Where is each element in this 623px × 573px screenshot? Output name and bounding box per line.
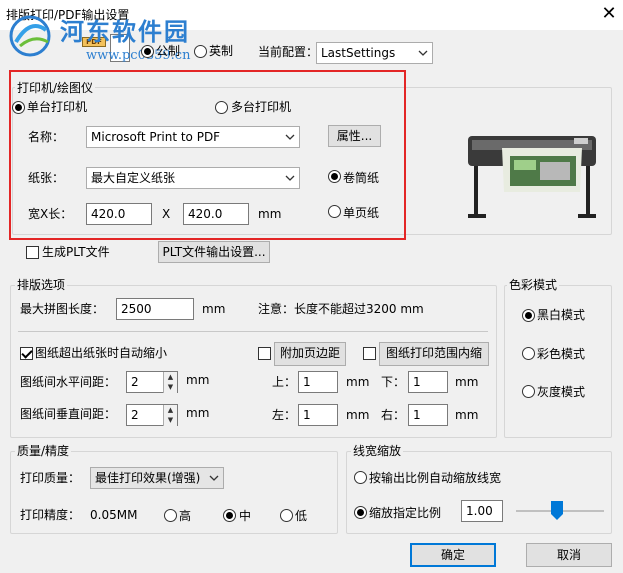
- generate-plt-label: 生成PLT文件: [42, 245, 110, 259]
- plt-settings-button[interactable]: PLT文件输出设置...: [158, 241, 270, 263]
- metric-radio[interactable]: [141, 45, 154, 58]
- precision-label: 打印精度：: [20, 508, 81, 522]
- imperial-radio[interactable]: [194, 45, 207, 58]
- autoscale-checkbox[interactable]: [20, 347, 33, 360]
- margin-top-unit: mm: [346, 375, 370, 389]
- gray-mode-label: 灰度模式: [537, 385, 586, 399]
- color-mode-label: 彩色模式: [537, 347, 586, 361]
- chevron-down-icon: [418, 50, 428, 56]
- v-gap-stepper[interactable]: 2 ▲ ▼: [126, 404, 178, 426]
- precision-high-radio[interactable]: [164, 509, 177, 522]
- close-icon[interactable]: ✕: [598, 2, 620, 26]
- bw-mode-radio[interactable]: [522, 309, 535, 322]
- max-length-unit: mm: [202, 302, 226, 316]
- layout-group-title: 排版选项: [15, 278, 68, 292]
- generate-plt-checkbox[interactable]: [26, 246, 39, 259]
- linewidth-group-title: 线宽缩放: [351, 444, 404, 458]
- auto-linewidth-radio[interactable]: [354, 471, 367, 484]
- max-length-label: 最大拼图长度：: [20, 302, 105, 316]
- max-length-note: 注意：长度不能超过3200 mm: [258, 302, 424, 316]
- spin-down-icon[interactable]: ▼: [163, 382, 177, 393]
- v-gap-unit: mm: [186, 406, 210, 420]
- margin-right-input[interactable]: 1: [408, 404, 448, 426]
- color-mode-radio[interactable]: [522, 347, 535, 360]
- margin-top-input[interactable]: 1: [298, 371, 338, 393]
- specified-linewidth-label: 缩放指定比例: [369, 506, 442, 520]
- margin-checkbox[interactable]: [258, 347, 271, 360]
- precision-mid-label: 中: [239, 509, 252, 523]
- h-gap-stepper[interactable]: 2 ▲ ▼: [126, 371, 178, 393]
- printer-highlight-box: [9, 70, 406, 240]
- precision-high-label: 高: [179, 509, 192, 523]
- margin-bottom-input[interactable]: 1: [408, 371, 448, 393]
- margin-left-input[interactable]: 1: [298, 404, 338, 426]
- v-gap-value: 2: [131, 408, 139, 422]
- margin-right-label: 右：: [381, 408, 406, 422]
- margin-left-unit: mm: [346, 408, 370, 422]
- margin-left-label: 左：: [272, 408, 297, 422]
- v-gap-label: 图纸间垂直间距：: [20, 407, 117, 421]
- gray-mode-radio[interactable]: [522, 385, 535, 398]
- h-gap-label: 图纸间水平间距：: [20, 375, 117, 389]
- linewidth-slider-thumb[interactable]: [551, 501, 563, 520]
- precision-low-radio[interactable]: [280, 509, 293, 522]
- margin-top-label: 上：: [272, 375, 297, 389]
- margin-right-unit: mm: [455, 408, 479, 422]
- margin-button[interactable]: 附加页边距: [274, 342, 346, 366]
- in-range-button[interactable]: 图纸打印范围内缩: [379, 342, 489, 366]
- watermark-logo-icon: [9, 15, 51, 57]
- precision-value: 0.05MM: [90, 508, 138, 522]
- auto-linewidth-label: 按输出比例自动缩放线宽: [369, 471, 502, 485]
- margin-bottom-unit: mm: [455, 375, 479, 389]
- precision-mid-radio[interactable]: [223, 509, 236, 522]
- layout-separator: [18, 331, 488, 332]
- autoscale-label: 图纸超出纸张时自动缩小: [35, 346, 168, 360]
- max-length-input[interactable]: 2500: [116, 298, 194, 320]
- print-quality-label: 打印质量：: [20, 471, 81, 485]
- linewidth-ratio-input[interactable]: 1.00: [461, 500, 503, 522]
- bw-mode-label: 黑白模式: [537, 308, 586, 322]
- specified-linewidth-radio[interactable]: [354, 506, 367, 519]
- h-gap-unit: mm: [186, 373, 210, 387]
- ok-button[interactable]: 确定: [410, 543, 496, 567]
- cancel-button[interactable]: 取消: [526, 543, 612, 567]
- print-quality-select[interactable]: 最佳打印效果(增强): [90, 467, 224, 489]
- watermark-text: 河东软件园: [60, 18, 190, 46]
- margin-bottom-label: 下：: [381, 375, 406, 389]
- spin-down-icon[interactable]: ▼: [163, 415, 177, 426]
- in-range-checkbox[interactable]: [363, 347, 376, 360]
- imperial-label: 英制: [209, 44, 234, 58]
- current-config-select[interactable]: LastSettings: [316, 42, 433, 64]
- h-gap-value: 2: [131, 375, 139, 389]
- metric-label: 公制: [156, 44, 181, 58]
- precision-low-label: 低: [295, 509, 308, 523]
- current-config-label: 当前配置：: [258, 45, 319, 59]
- color-mode-title: 色彩模式: [507, 278, 560, 292]
- quality-group-title: 质量/精度: [15, 444, 72, 458]
- plotter-image-icon: [468, 136, 596, 218]
- print-quality-value: 最佳打印效果(增强): [95, 471, 201, 485]
- current-config-value: LastSettings: [321, 46, 396, 60]
- chevron-down-icon: [209, 475, 219, 481]
